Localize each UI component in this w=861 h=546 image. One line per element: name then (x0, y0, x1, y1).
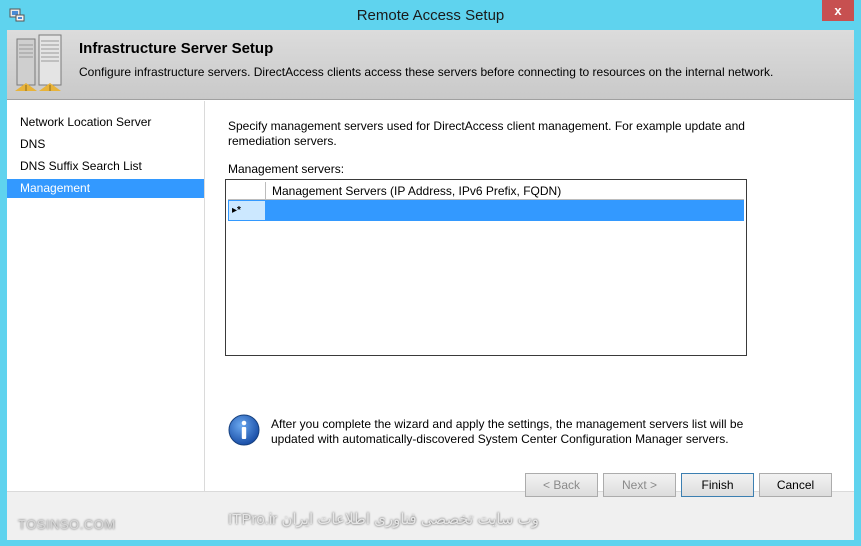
grid-column-header[interactable]: Management Servers (IP Address, IPv6 Pre… (266, 182, 744, 200)
watermark-right: وب سایت تخصصی فناوری اطلاعات ایران ITPro… (228, 511, 539, 528)
close-icon: x (834, 3, 842, 18)
nav-item-dns-suffix-search-list[interactable]: DNS Suffix Search List (7, 157, 204, 176)
management-content: Specify management servers used for Dire… (228, 119, 828, 176)
window-title: Remote Access Setup (356, 7, 505, 24)
server-rack-icon (15, 34, 62, 91)
page-subtitle: Configure infrastructure servers. Direct… (79, 65, 774, 79)
close-button[interactable]: x (822, 0, 854, 21)
grid-new-row[interactable]: ▸* (228, 200, 744, 221)
grid-label: Management servers: (228, 162, 345, 176)
server-input-cell[interactable] (266, 200, 744, 221)
back-button[interactable]: < Back (525, 473, 598, 497)
nav-item-management[interactable]: Management (7, 179, 204, 198)
nav-item-network-location-server[interactable]: Network Location Server (7, 113, 204, 132)
title-bar[interactable]: Remote Access Setup x (0, 0, 861, 30)
row-header-new-marker[interactable]: ▸* (228, 200, 266, 221)
finish-button[interactable]: Finish (681, 473, 754, 497)
cancel-button[interactable]: Cancel (759, 473, 832, 497)
grid-header-row: Management Servers (IP Address, IPv6 Pre… (228, 182, 744, 200)
nav-item-dns[interactable]: DNS (7, 135, 204, 154)
grid-corner-cell[interactable] (228, 182, 266, 200)
watermark-left: TOSINSO.COM (18, 517, 116, 532)
remote-access-setup-window: Remote Access Setup x Infrastructure Ser… (0, 0, 861, 546)
info-text: After you complete the wizard and apply … (271, 417, 744, 446)
page-title: Infrastructure Server Setup (79, 40, 274, 57)
wizard-step-list: Network Location Server DNS DNS Suffix S… (7, 101, 205, 491)
intro-text: Specify management servers used for Dire… (228, 119, 745, 148)
info-icon (228, 414, 260, 446)
management-servers-grid[interactable]: Management Servers (IP Address, IPv6 Pre… (225, 179, 747, 356)
wizard-header: Infrastructure Server Setup Configure in… (7, 30, 854, 100)
info-panel: After you complete the wizard and apply … (228, 414, 788, 454)
wizard-client-area: Infrastructure Server Setup Configure in… (7, 30, 854, 540)
next-button[interactable]: Next > (603, 473, 676, 497)
